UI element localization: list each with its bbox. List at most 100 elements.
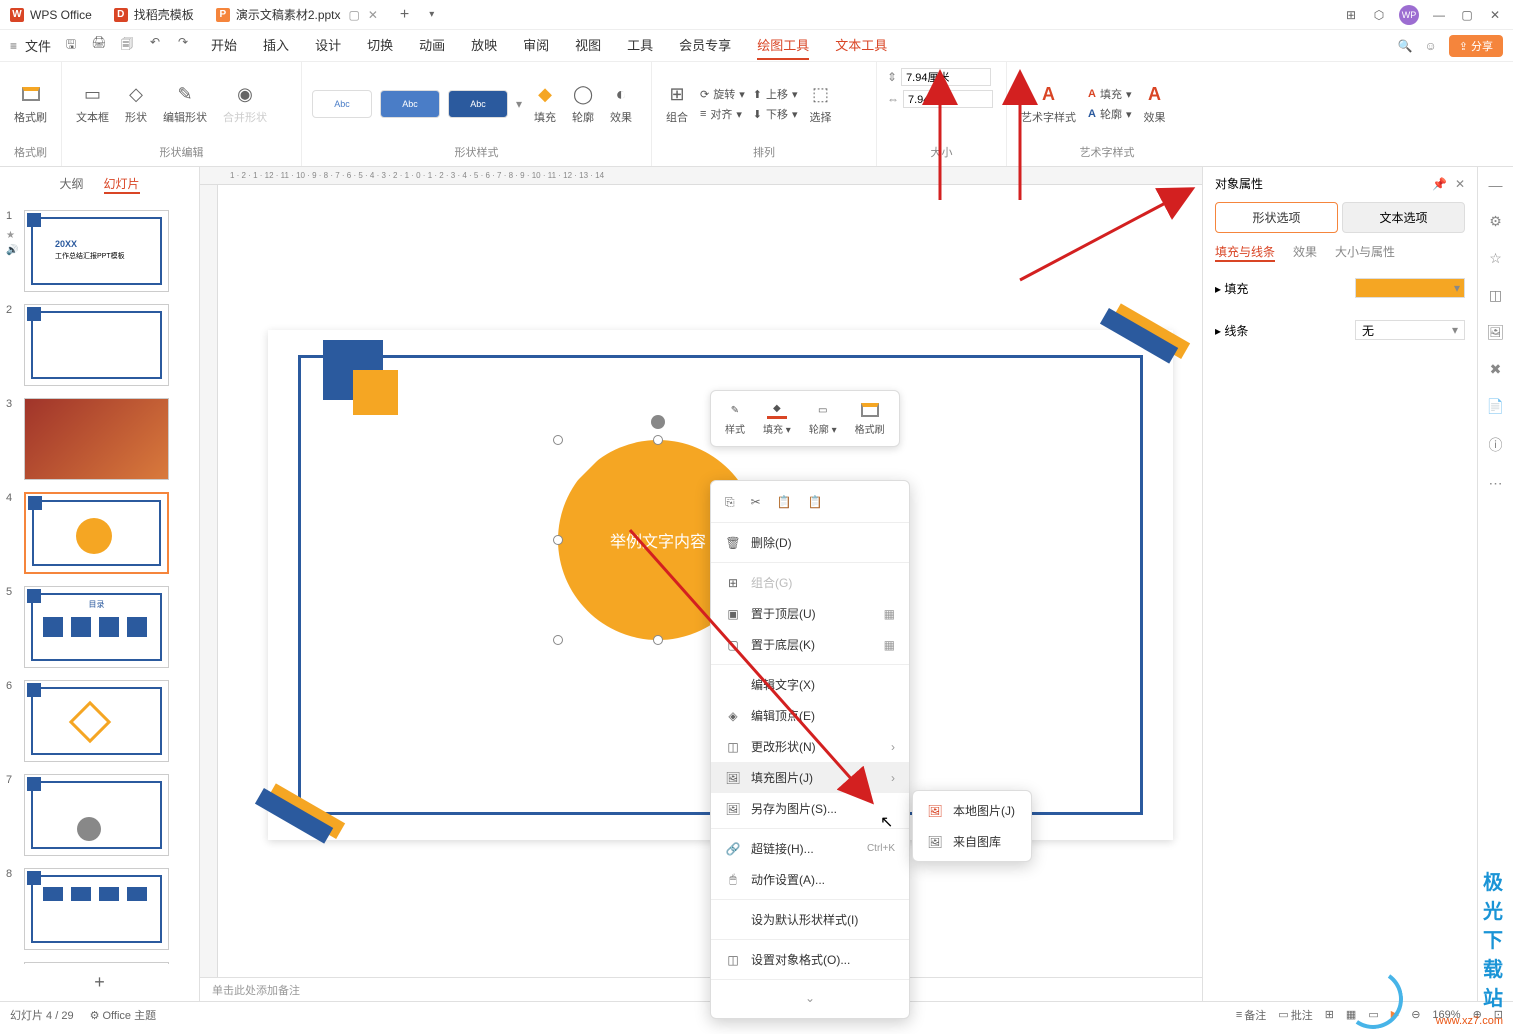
minimize-tab-icon[interactable]: ▢ [349,8,360,22]
redo-icon[interactable]: ↷ [175,35,191,56]
more-icon[interactable]: ⋯ [1489,475,1503,492]
fill-button[interactable]: ◆填充 [530,79,560,129]
submenu-library[interactable]: 🖼来自图库 [913,826,1031,857]
zoom-out[interactable]: ⊖ [1411,1008,1420,1021]
outline-tab[interactable]: 大纲 [59,175,83,194]
maximize-button[interactable]: ▢ [1459,7,1475,23]
preset-more-icon[interactable]: ▾ [516,97,522,111]
float-outline-button[interactable]: ▭轮廓 ▾ [801,397,845,440]
view-normal[interactable]: ⊞ [1325,1008,1334,1021]
ctx-send-back[interactable]: ▢置于底层(K)▦ [711,629,909,660]
thumb-9[interactable] [24,962,169,964]
thumb-7[interactable] [24,774,169,856]
sel-handle-bl[interactable] [553,635,563,645]
wordart-button[interactable]: A艺术字样式 [1017,79,1080,129]
app-tab-wps[interactable]: WWPS Office [0,4,102,26]
rotation-handle[interactable] [651,415,665,429]
tab-drop-icon[interactable]: ▾ [419,5,444,24]
star-icon[interactable]: ☆ [1489,250,1502,267]
comments-toggle[interactable]: ▭ 批注 [1278,1007,1312,1023]
cube-icon[interactable]: ⬡ [1371,7,1387,23]
edit-shape-button[interactable]: ✎编辑形状 [159,79,211,129]
preview-icon[interactable]: 🗐 [119,35,135,56]
textbox-button[interactable]: ▭文本框 [72,79,113,129]
sel-handle-ml[interactable] [553,535,563,545]
add-slide-button[interactable]: + [0,964,199,1001]
cut-icon[interactable]: ✂ [751,495,761,510]
file-menu[interactable]: 文件 [25,36,51,55]
notes-toggle[interactable]: ≡ 备注 [1236,1007,1266,1023]
slides-tab[interactable]: 幻灯片 [104,175,140,194]
user-avatar[interactable]: WP [1399,5,1419,25]
app-tab-template[interactable]: D找稻壳模板 [104,2,204,27]
pin-icon[interactable]: 📌 [1432,177,1447,191]
width-input[interactable] [903,90,993,108]
doc-icon[interactable]: 📄 [1487,398,1504,415]
app-tab-document[interactable]: P演示文稿素材2.pptx▢✕ [206,2,388,27]
prop-fill-row[interactable]: ▸ 填充▾ [1215,272,1465,304]
tab-view[interactable]: 视图 [575,31,601,60]
tab-animation[interactable]: 动画 [419,31,445,60]
print-icon[interactable]: 🖨 [91,35,107,56]
move-down-button[interactable]: ⬇ 下移 ▾ [753,106,798,122]
tab-review[interactable]: 审阅 [523,31,549,60]
apps-icon[interactable]: ⊞ [1343,7,1359,23]
ctx-more[interactable]: ⌄ [711,984,909,1012]
settings-icon[interactable]: ⚙ [1489,213,1502,230]
thumb-1[interactable]: 20XX工作总结汇报PPT模板 [24,210,169,292]
ctx-bring-front[interactable]: ▣置于顶层(U)▦ [711,598,909,629]
panel-icon[interactable]: ◫ [1489,287,1502,304]
notes-bar[interactable]: 单击此处添加备注 [200,977,1202,1001]
outline-button[interactable]: ◯轮廓 [568,79,598,129]
minimize-button[interactable]: — [1431,7,1447,23]
ctx-edit-text[interactable]: 编辑文字(X) [711,669,909,700]
text-outline-button[interactable]: A 轮廓 ▾ [1088,106,1131,122]
vertical-ruler[interactable] [200,185,218,977]
smile-icon[interactable]: ☺ [1424,39,1436,53]
format-painter-button[interactable]: 格式刷 [10,79,51,129]
paste-special-icon[interactable]: 📋 [808,495,823,510]
tools-icon[interactable]: ✖ [1490,361,1502,378]
prop-sub-fill[interactable]: 填充与线条 [1215,243,1275,262]
submenu-local[interactable]: 🖼本地图片(J) [913,795,1031,826]
search-icon[interactable]: 🔍 [1398,39,1413,53]
share-button[interactable]: ⇪ 分享 [1449,35,1503,57]
thumbnails-list[interactable]: 1★🔊20XX工作总结汇报PPT模板 2 3 4 5目录 6 7 8 9 [0,202,199,964]
prop-sub-effect[interactable]: 效果 [1293,243,1317,262]
close-tab-icon[interactable]: ✕ [368,8,378,22]
select-button[interactable]: ⬚选择 [806,79,836,129]
float-format-painter[interactable]: 格式刷 [847,397,893,440]
ctx-fill-picture[interactable]: 🖼填充图片(J)› [711,762,909,793]
prop-sub-size[interactable]: 大小与属性 [1335,243,1395,262]
undo-icon[interactable]: ↶ [147,35,163,56]
thumb-5[interactable]: 目录 [24,586,169,668]
merge-shape-button[interactable]: ◉合并形状 [219,79,271,129]
height-input[interactable] [901,68,991,86]
prop-line-row[interactable]: ▸ 线条无▾ [1215,314,1465,346]
fill-color-swatch[interactable]: ▾ [1355,278,1465,298]
thumb-3[interactable] [24,398,169,480]
tab-drawing-tools[interactable]: 绘图工具 [757,31,809,60]
new-tab-button[interactable]: + [390,2,419,28]
close-panel-icon[interactable]: ✕ [1455,177,1465,191]
close-button[interactable]: ✕ [1487,7,1503,23]
collapse-icon[interactable]: — [1489,177,1503,193]
thumb-2[interactable] [24,304,169,386]
ctx-hyperlink[interactable]: 🔗超链接(H)...Ctrl+K [711,833,909,864]
tab-slideshow[interactable]: 放映 [471,31,497,60]
thumb-6[interactable] [24,680,169,762]
shape-preset-3[interactable]: Abc [448,90,508,118]
ctx-format-object[interactable]: ◫设置对象格式(O)... [711,944,909,975]
line-select[interactable]: 无▾ [1355,320,1465,340]
ctx-change-shape[interactable]: ◫更改形状(N)› [711,731,909,762]
tab-design[interactable]: 设计 [315,31,341,60]
text-fill-button[interactable]: A 填充 ▾ [1088,86,1131,102]
tab-text-tools[interactable]: 文本工具 [835,31,887,60]
effect-button[interactable]: ◐效果 [606,79,636,129]
tab-member[interactable]: 会员专享 [679,31,731,60]
horizontal-ruler[interactable]: 1 · 2 · 1 · 12 · 11 · 10 · 9 · 8 · 7 · 6… [200,167,1202,185]
tab-tools[interactable]: 工具 [627,31,653,60]
rotate-button[interactable]: ⟳ 旋转 ▾ [700,86,745,102]
theme-indicator[interactable]: ⚙ Office 主题 [90,1007,157,1023]
thumb-8[interactable] [24,868,169,950]
